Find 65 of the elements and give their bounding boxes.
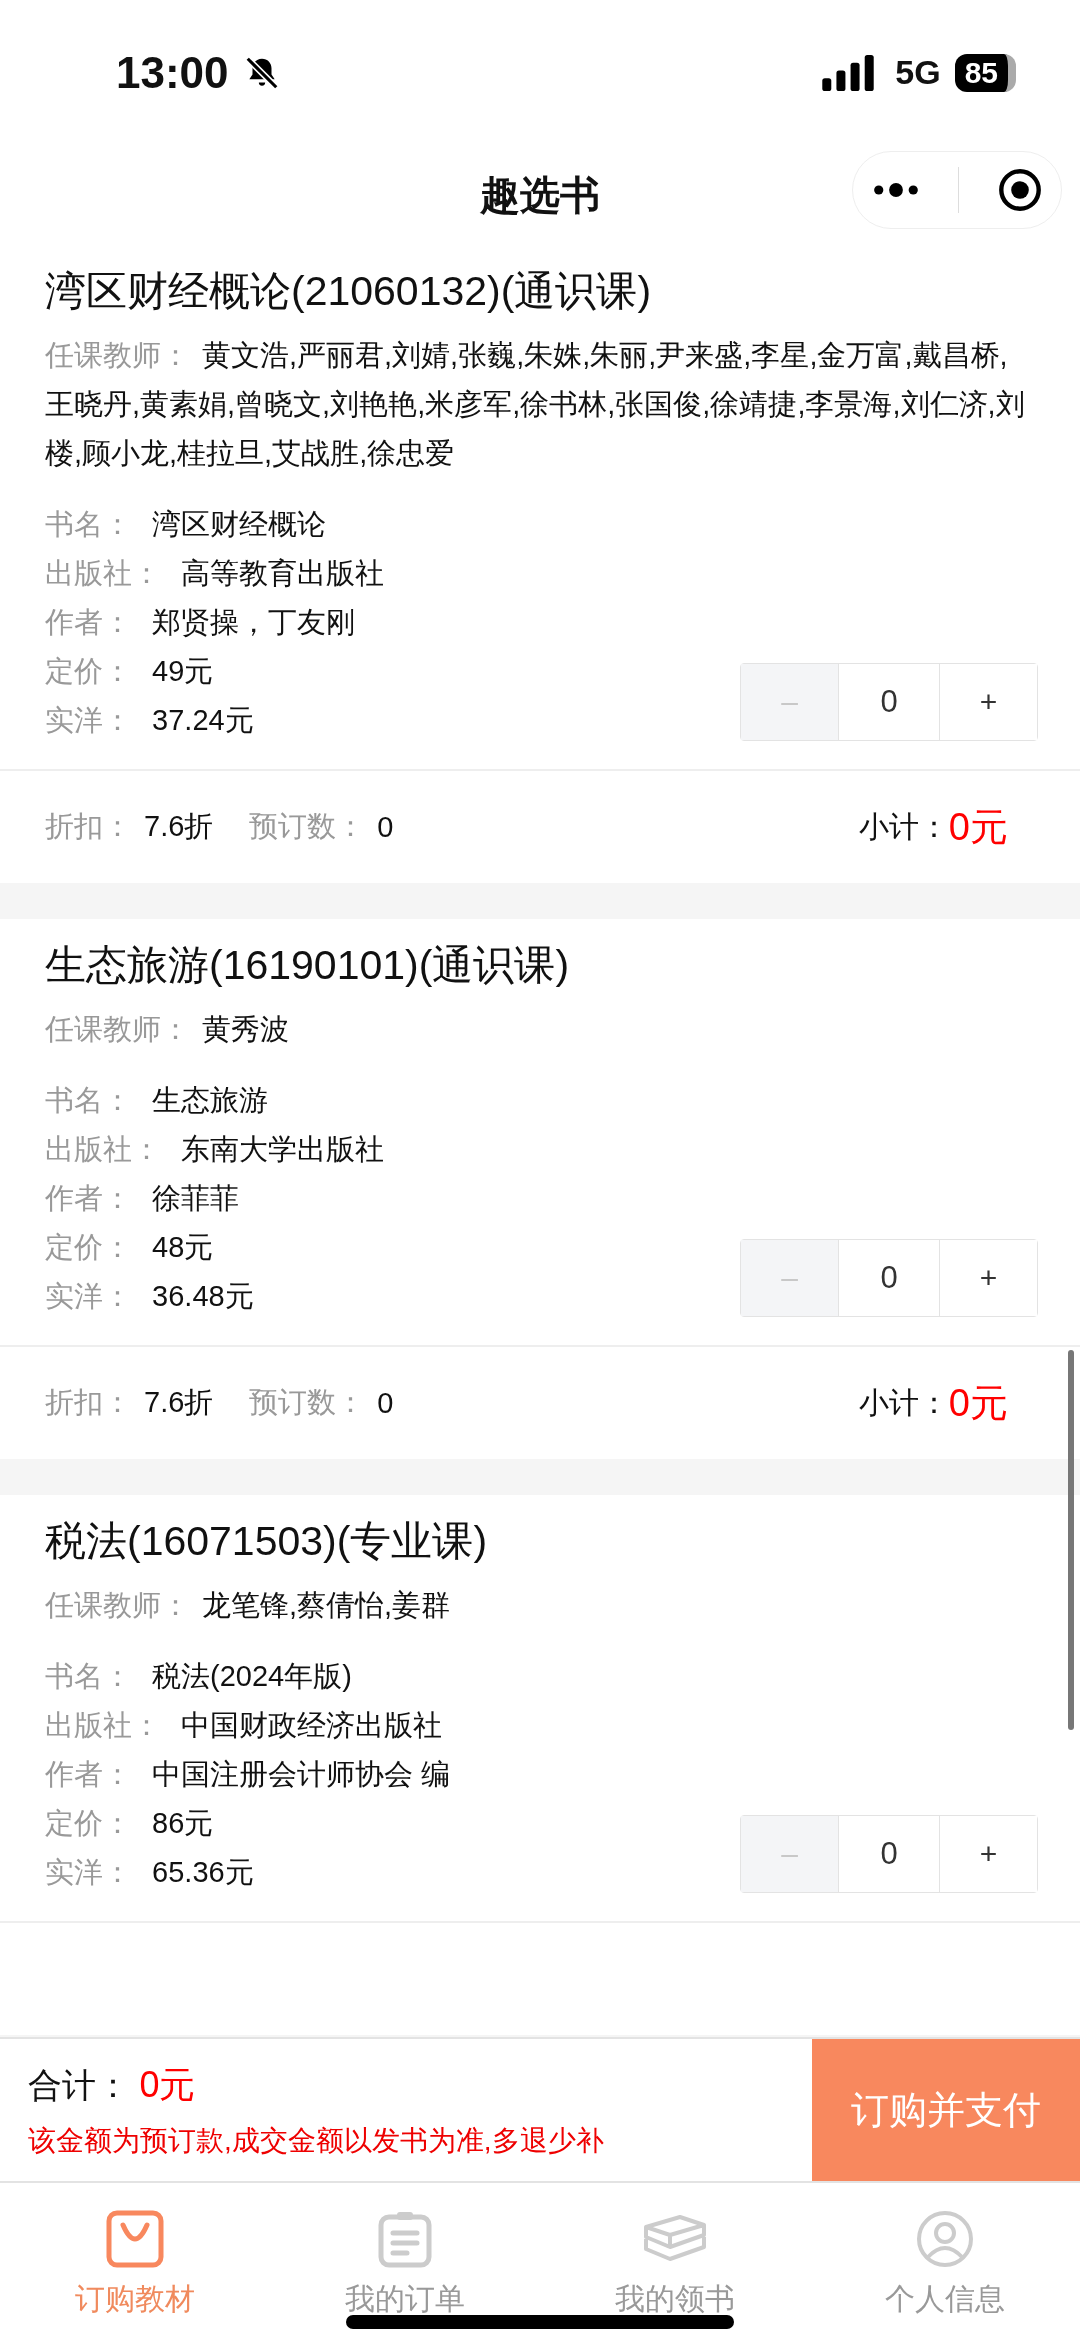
tab-item[interactable]: 我的订单 — [270, 2183, 540, 2341]
payment-notice: 该金额为预订款,成交金额以发书为准,多退少补 — [28, 2124, 605, 2158]
field-label: 定价： — [45, 1807, 132, 1839]
total-label: 合计： — [28, 2066, 130, 2104]
battery-level: 85 — [954, 53, 1016, 92]
subtotal-label: 小计： — [858, 1384, 949, 1421]
field-value: 中国财政经济出版社 — [181, 1709, 443, 1741]
subtotal-label: 小计： — [858, 808, 949, 845]
order-count-label: 预订数： — [249, 1385, 366, 1420]
total-value: 0元 — [139, 2064, 196, 2105]
pay-button[interactable]: 订购并支付 — [812, 2039, 1080, 2181]
field-label: 出版社： — [45, 557, 161, 589]
field-label: 书名： — [45, 508, 132, 540]
field-value: 湾区财经概论 — [152, 508, 327, 540]
field-label: 作者： — [45, 606, 132, 638]
teacher-list: 任课教师： 黄文浩,严丽君,刘婧,张巍,朱姝,朱丽,尹来盛,李星,金万富,戴昌桥,王晓丹,黄素娟,曾晓文,刘艳艳,米彦军,徐书林,张国俊,徐靖捷,李景海,刘仁济,刘楼,顾小龙,桂拉旦,艾战胜,徐忠爱 — [0, 321, 1080, 478]
more-icon[interactable] — [872, 183, 919, 197]
field-label: 作者： — [45, 1182, 132, 1214]
teacher-list: 任课教师： 黄秀波 — [0, 995, 1080, 1054]
subtotal-value: 0元 — [948, 804, 1008, 850]
field-label: 定价： — [45, 1231, 132, 1263]
teacher-list: 任课教师： 龙笔锋,蔡倩怡,姜群 — [0, 1571, 1080, 1630]
tab-item[interactable]: 订购教材 — [0, 2183, 270, 2341]
order-count-value: 0 — [377, 1386, 394, 1420]
status-time: 13:00 — [116, 47, 229, 98]
field-label: 书名： — [45, 1660, 132, 1692]
field-value: 48元 — [152, 1231, 214, 1263]
bag-icon — [105, 2209, 165, 2269]
tab-item[interactable]: 个人信息 — [810, 2183, 1080, 2341]
field-label: 实洋： — [45, 1856, 132, 1888]
discount-label: 折扣： — [45, 809, 132, 844]
field-value: 徐菲菲 — [152, 1182, 240, 1214]
field-value: 税法(2024年版) — [152, 1660, 352, 1692]
field-label: 定价： — [45, 655, 132, 687]
field-value: 中国注册会计师协会 编 — [152, 1758, 451, 1790]
field-label: 实洋： — [45, 1280, 132, 1312]
field-value: 郑贤操，丁友刚 — [152, 606, 356, 638]
close-target-icon[interactable] — [997, 168, 1042, 212]
discount-value: 7.6折 — [144, 1385, 214, 1420]
field-label: 出版社： — [45, 1133, 161, 1165]
field-value: 生态旅游 — [152, 1084, 269, 1116]
network-label: 5G — [895, 53, 941, 92]
person-icon — [915, 2209, 975, 2269]
signal-icon — [821, 54, 876, 91]
field-value: 49元 — [152, 655, 214, 687]
field-label: 出版社： — [45, 1709, 161, 1741]
order-count-value: 0 — [377, 810, 394, 844]
field-value: 86元 — [152, 1807, 214, 1839]
tab-item[interactable]: 我的领书 — [540, 2183, 810, 2341]
course-title: 湾区财经概论(21060132)(通识课) — [44, 267, 653, 316]
field-label: 书名： — [45, 1084, 132, 1116]
field-label: 作者： — [45, 1758, 132, 1790]
order-count-label: 预订数： — [249, 809, 366, 844]
discount-label: 折扣： — [45, 1385, 132, 1420]
field-value: 东南大学出版社 — [181, 1133, 385, 1165]
course-title: 生态旅游(16190101)(通识课) — [44, 941, 571, 990]
discount-value: 7.6折 — [144, 809, 214, 844]
course-title: 税法(16071503)(专业课) — [44, 1517, 489, 1566]
field-value: 65.36元 — [152, 1856, 254, 1888]
field-value: 高等教育出版社 — [181, 557, 385, 589]
field-label: 实洋： — [45, 704, 132, 736]
field-value: 37.24元 — [152, 704, 254, 736]
page-title: 趣选书 — [480, 171, 600, 219]
field-value: 36.48元 — [152, 1280, 254, 1312]
subtotal-value: 0元 — [948, 1380, 1008, 1426]
